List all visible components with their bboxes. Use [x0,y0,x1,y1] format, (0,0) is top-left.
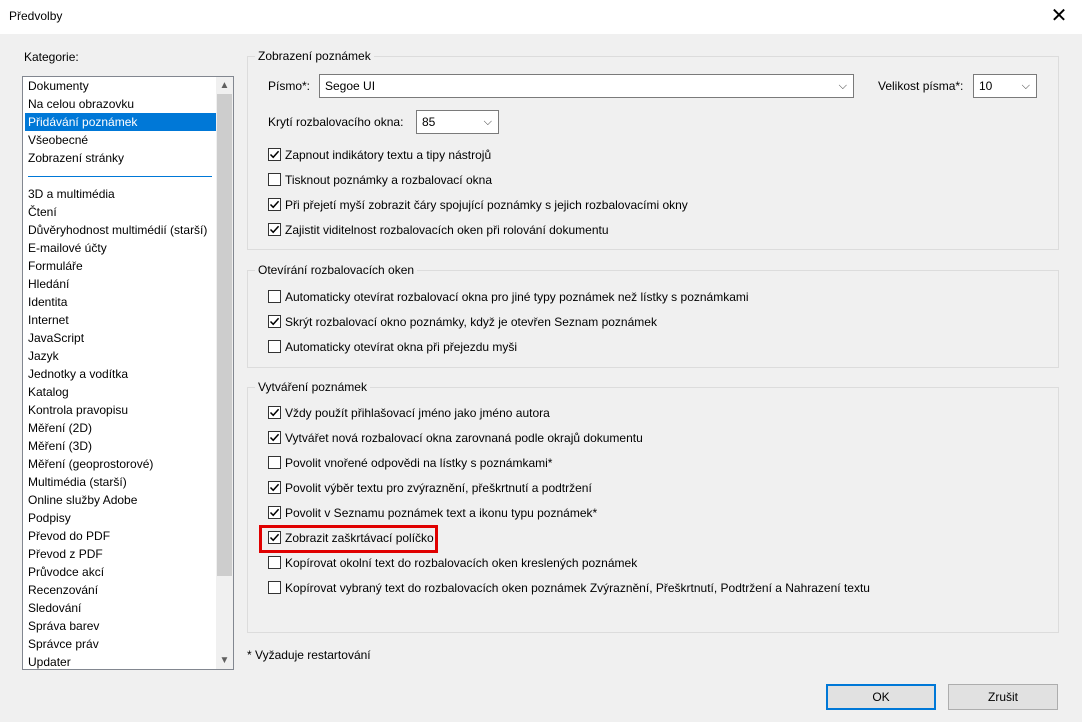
cancel-button[interactable]: Zrušit [948,684,1058,710]
font-select[interactable]: Segoe UI ⌵ [319,74,854,98]
checkbox-label: Při přejetí myší zobrazit čáry spojující… [285,198,688,212]
category-item[interactable]: Online služby Adobe [25,491,216,509]
font-label: Písmo*: [268,79,311,93]
category-item[interactable]: Formuláře [25,257,216,275]
category-item[interactable]: Sledování [25,599,216,617]
category-item[interactable]: Měření (3D) [25,437,216,455]
category-item[interactable]: Dokumenty [25,77,216,95]
category-item[interactable]: Podpisy [25,509,216,527]
font-size-select[interactable]: 10 ⌵ [973,74,1037,98]
category-item[interactable]: Recenzování [25,581,216,599]
opacity-select[interactable]: 85 ⌵ [416,110,499,134]
checkbox-label: Povolit vnořené odpovědi na lístky s poz… [285,456,553,470]
category-item[interactable]: Zobrazení stránky [25,149,216,167]
ok-button[interactable]: OK [826,684,936,710]
scroll-up-icon[interactable]: ▲ [216,77,233,94]
checkbox-label: Automaticky otevírat rozbalovací okna pr… [285,290,749,304]
window-title: Předvolby [9,9,63,23]
checkbox-label: Automaticky otevírat okna při přejezdu m… [285,340,518,354]
checkbox[interactable] [268,556,281,569]
category-item[interactable]: Jazyk [25,347,216,365]
opacity-value: 85 [422,115,436,129]
category-item[interactable]: E-mailové účty [25,239,216,257]
font-value: Segoe UI [325,79,376,93]
checkbox[interactable] [268,223,281,236]
checkbox[interactable] [268,198,281,211]
checkbox-label: Tisknout poznámky a rozbalovací okna [285,173,492,187]
checkbox-label: Povolit výběr textu pro zvýraznění, přeš… [285,481,592,495]
checkbox[interactable] [268,481,281,494]
category-item[interactable]: Převod z PDF [25,545,216,563]
category-item[interactable]: Internet [25,311,216,329]
scroll-down-icon[interactable]: ▼ [216,652,233,669]
category-item[interactable]: Identita [25,293,216,311]
checkbox[interactable] [268,506,281,519]
category-item[interactable]: Multimédia (starší) [25,473,216,491]
annotation-display-title: Zobrazení poznámek [255,48,374,64]
category-item[interactable]: Správa barev [25,617,216,635]
category-item[interactable]: Hledání [25,275,216,293]
checkbox[interactable] [268,340,281,353]
category-item[interactable]: Čtení [25,203,216,221]
restart-note: * Vyžaduje restartování [247,648,371,662]
categories-label: Kategorie: [24,50,79,64]
category-item[interactable]: Jednotky a vodítka [25,365,216,383]
chevron-down-icon: ⌵ [838,80,847,92]
checkbox[interactable] [268,173,281,186]
categories-separator [28,176,212,177]
chevron-down-icon: ⌵ [483,116,492,128]
category-item[interactable]: Katalog [25,383,216,401]
checkbox-label: Zapnout indikátory textu a tipy nástrojů [285,148,492,162]
checkbox-label: Povolit v Seznamu poznámek text a ikonu … [285,506,598,520]
category-item[interactable]: JavaScript [25,329,216,347]
close-icon[interactable]: ✕ [1036,0,1082,34]
categories-list[interactable]: ▲ ▼ Dokumenty Na celou obrazovku Přidávání… [22,76,234,670]
category-item[interactable]: Kontrola pravopisu [25,401,216,419]
category-item[interactable]: Všeobecné [25,131,216,149]
checkbox[interactable] [268,581,281,594]
category-item[interactable]: Důvěryhodnost multimédií (starší) [25,221,216,239]
checkbox[interactable] [268,406,281,419]
checkbox-label: Kopírovat okolní text do rozbalovacích o… [285,556,638,570]
title-bar: Předvolby ✕ [0,0,1082,34]
category-item[interactable]: Měření (2D) [25,419,216,437]
checkbox-label: Skrýt rozbalovací okno poznámky, když je… [285,315,657,329]
category-item[interactable]: Přidávání poznámek [25,113,216,131]
annotation-creation-title: Vytváření poznámek [255,379,370,395]
highlight-box [259,525,438,553]
checkbox[interactable] [268,456,281,469]
font-size-value: 10 [979,79,993,93]
checkbox-label: Kopírovat vybraný text do rozbalovacích … [285,581,870,595]
checkbox-label: Zajistit viditelnost rozbalovacích oken … [285,223,609,237]
chevron-down-icon: ⌵ [1021,80,1030,92]
categories-scrollbar[interactable]: ▲ ▼ [216,77,233,669]
checkbox-label: Vytvářet nová rozbalovací okna zarovnaná… [285,431,643,445]
checkbox[interactable] [268,431,281,444]
category-item[interactable]: Průvodce akcí [25,563,216,581]
checkbox[interactable] [268,290,281,303]
category-item[interactable]: 3D a multimédia [25,185,216,203]
font-size-label: Velikost písma*: [878,79,964,93]
scroll-thumb[interactable] [217,94,232,576]
checkbox-label: Vždy použít přihlašovací jméno jako jmén… [285,406,550,420]
opacity-label: Krytí rozbalovacího okna: [268,115,404,129]
category-item[interactable]: Měření (geoprostorové) [25,455,216,473]
category-item[interactable]: Na celou obrazovku [25,95,216,113]
popup-opening-title: Otevírání rozbalovacích oken [255,262,418,278]
category-item[interactable]: Správce práv [25,635,216,653]
category-item[interactable]: Převod do PDF [25,527,216,545]
checkbox[interactable] [268,148,281,161]
category-item[interactable]: Updater [25,653,216,669]
checkbox[interactable] [268,315,281,328]
